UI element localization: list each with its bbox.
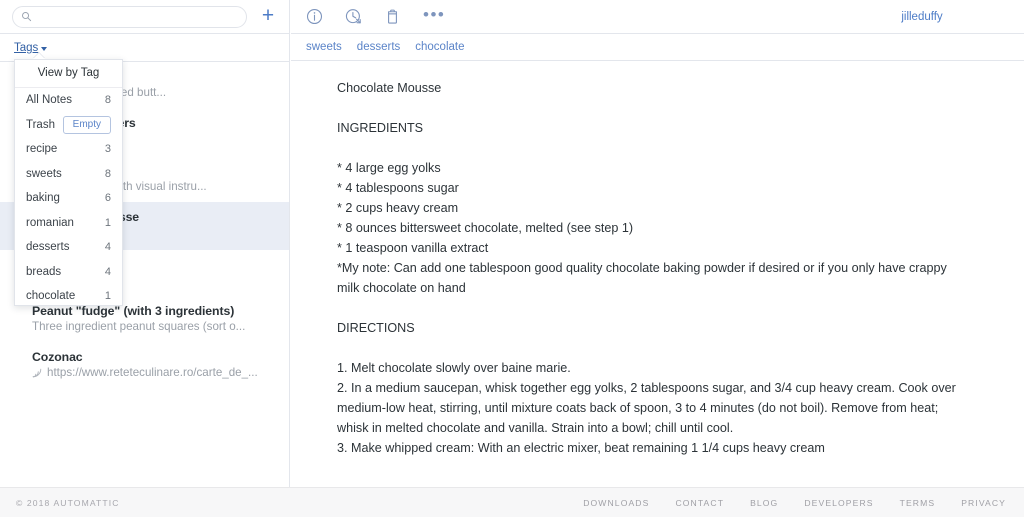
tag-menu-arrow [33,53,45,59]
tag-menu-item[interactable]: chocolate 1 [15,284,122,305]
tags-dropdown-label: Tags [14,41,39,54]
note-tag-chips: sweets desserts chocolate [291,34,1024,60]
search-icon [22,12,32,22]
note-editor-pane: ••• jilleduffy sweets desserts chocolate C… [291,0,1024,487]
footer-link[interactable]: DEVELOPERS [804,498,873,508]
tags-dropdown-trigger[interactable]: Tags [14,41,48,54]
tag-menu-item-count: 4 [104,265,111,278]
tag-menu-item[interactable]: Trash Empty [15,113,122,138]
footer-link[interactable]: DOWNLOADS [583,498,649,508]
empty-trash-button[interactable]: Empty [62,115,111,134]
more-options-icon[interactable]: ••• [423,6,445,23]
note-content[interactable]: Chocolate Mousse INGREDIENTS * 4 large e… [291,61,1024,488]
footer-links: DOWNLOADS CONTACT BLOG DEVELOPERS TERMS PRIVA… [583,498,1006,508]
tag-menu-item[interactable]: recipe 3 [15,137,122,162]
copyright-text: © 2018 AUTOMATTIC [16,497,120,508]
chevron-down-icon [41,46,48,51]
tag-menu-item[interactable]: desserts 4 [15,235,122,260]
note-tag-chip[interactable]: chocolate [415,41,464,53]
tag-menu-item-count: 6 [104,192,111,205]
tag-menu-item-label: romanian [26,216,74,229]
tag-menu-rows: All Notes 8 Trash Empty recipe 3 sweets 8 baking… [15,88,122,305]
tag-menu-item-count: 4 [104,241,111,254]
tag-menu-item-label: Trash [26,118,55,131]
footer-link[interactable]: PRIVACY [961,498,1006,508]
note-list-item[interactable]: Cozonac https://www.reteteculinare.ro/car… [0,342,289,388]
history-icon[interactable] [345,8,362,25]
app-footer: © 2018 AUTOMATTIC DOWNLOADS CONTACT BLOG DE… [0,487,1024,517]
tag-menu-item-label: desserts [26,241,70,254]
new-note-button[interactable]: + [257,5,279,28]
tag-menu-item-count: 1 [104,216,111,229]
tag-menu-item-count: 8 [104,167,111,180]
tag-menu-item-count: 8 [104,94,111,107]
note-item-preview: Three ingredient peanut squares (sort o.… [32,320,246,333]
tag-menu-item[interactable]: romanian 1 [15,211,122,236]
search-box[interactable] [12,5,247,28]
note-item-preview: https://www.reteteculinare.ro/carte_de_.… [32,366,275,379]
rss-icon [32,368,42,377]
tag-menu-item-label: All Notes [26,94,73,107]
tag-menu-item-count: 1 [104,290,111,303]
trash-icon[interactable] [384,8,401,25]
tag-menu-item[interactable]: baking 6 [15,186,122,211]
footer-link[interactable]: BLOG [750,498,778,508]
tag-menu-item[interactable]: breads 4 [15,260,122,285]
tag-menu-item[interactable]: All Notes 8 [15,88,122,113]
note-item-title: Cozonac [32,350,83,364]
footer-link[interactable]: TERMS [900,498,936,508]
tag-menu-item-label: breads [26,265,62,278]
tag-menu-item-label: recipe [26,143,58,156]
search-row: + [0,0,289,33]
info-icon[interactable] [306,8,323,25]
note-item-title: Peanut "fudge" (with 3 ingredients) [32,304,235,318]
editor-toolbar: ••• jilleduffy [291,0,1024,33]
tag-menu-header: View by Tag [15,60,122,88]
search-input[interactable] [38,10,238,23]
account-name[interactable]: jilleduffy [820,11,1024,23]
tag-menu-item-count: 3 [104,143,111,156]
note-tag-chip[interactable]: sweets [306,41,342,53]
tag-menu-item-label: sweets [26,167,62,180]
footer-link[interactable]: CONTACT [675,498,724,508]
simplenote-app: + Tags Chocolate Cake170 grams unsalted … [0,0,1024,517]
tag-menu-item[interactable]: sweets 8 [15,162,122,187]
tag-menu-item-label: chocolate [26,290,76,303]
tag-menu-item-label: baking [26,192,60,205]
note-tag-chip[interactable]: desserts [357,41,400,53]
note-item-url: https://www.reteteculinare.ro/carte_de_.… [47,366,258,379]
tag-dropdown-menu: View by Tag All Notes 8 Trash Empty recipe 3 s… [14,59,123,306]
